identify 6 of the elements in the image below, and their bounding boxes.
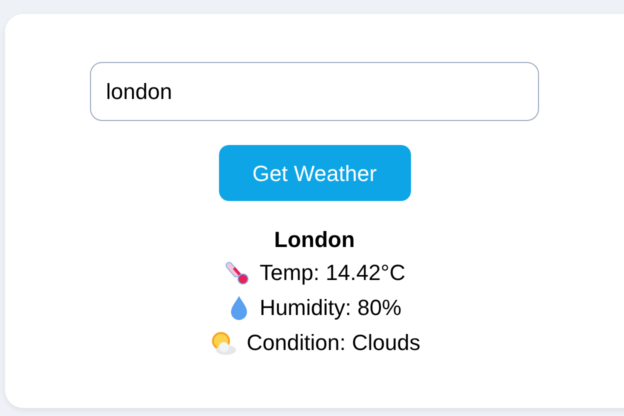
thermometer-icon xyxy=(224,260,250,286)
city-name: London xyxy=(274,226,355,254)
humidity-reading: Humidity: 80% xyxy=(260,294,402,322)
condition-reading: Condition: Clouds xyxy=(246,329,420,357)
city-input-field[interactable]: london xyxy=(90,62,539,121)
temp-reading: Temp: 14.42°C xyxy=(260,259,406,287)
